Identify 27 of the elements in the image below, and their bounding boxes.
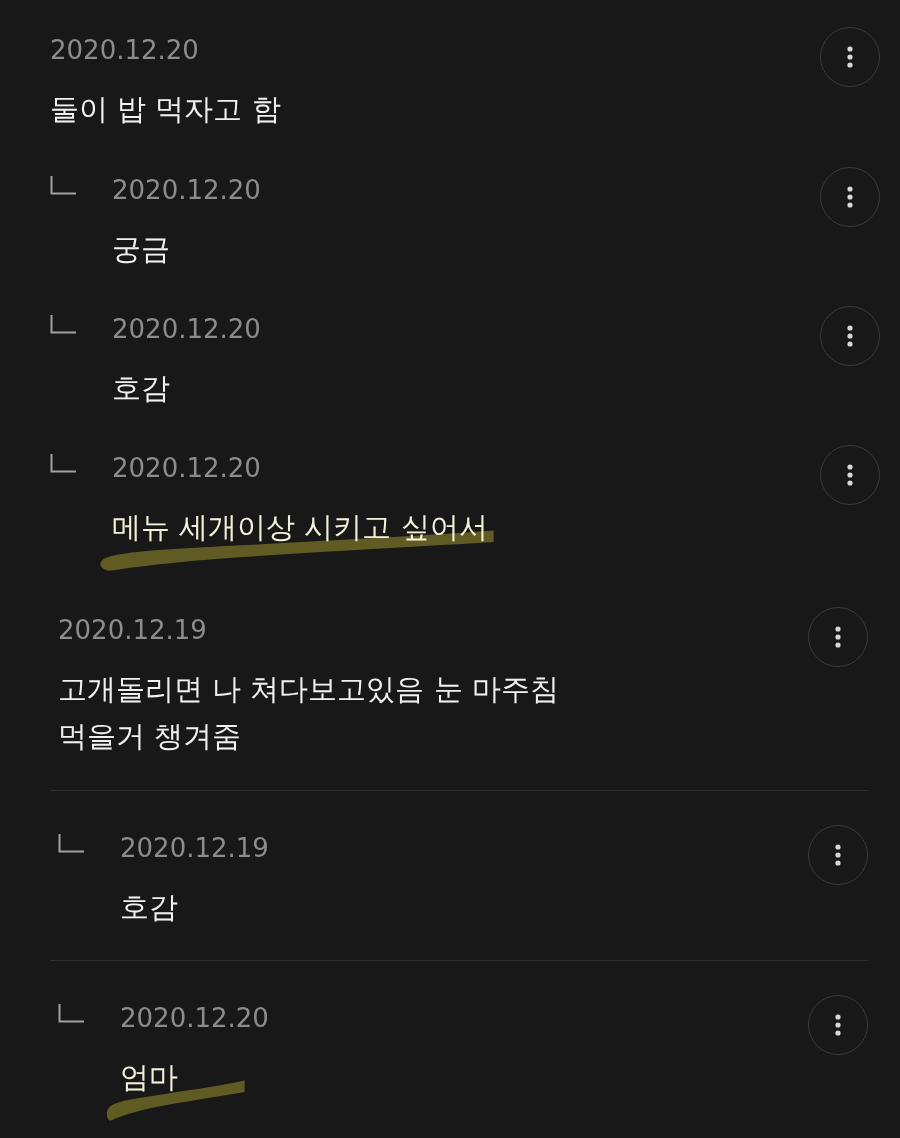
- reply-text: 메뉴 세개이상 시키고 싶어서: [112, 509, 488, 546]
- more-options-button[interactable]: [808, 825, 868, 885]
- comment-date: 2020.12.20: [50, 34, 200, 66]
- reply-indent-icon: [58, 1004, 84, 1023]
- reply-text: 호감: [120, 889, 178, 926]
- vertical-dots-icon: [835, 626, 841, 648]
- comment-text: 고개돌리면 나 쳐다보고있음 눈 마주침 먹을거 챙겨줌: [58, 671, 560, 755]
- reply-date: 2020.12.20: [112, 452, 262, 484]
- reply-date: 2020.12.20: [112, 313, 262, 345]
- comment-date: 2020.12.19: [58, 614, 208, 646]
- vertical-dots-icon: [835, 1014, 841, 1036]
- reply-text: 궁금: [112, 231, 170, 268]
- reply-text: 호감: [112, 370, 170, 407]
- vertical-dots-icon: [847, 325, 853, 347]
- vertical-dots-icon: [847, 186, 853, 208]
- comment-text: 둘이 밥 먹자고 함: [50, 91, 282, 128]
- reply-indent-icon: [50, 454, 76, 473]
- reply-date: 2020.12.20: [120, 1002, 270, 1034]
- vertical-dots-icon: [847, 464, 853, 486]
- reply-text: 엄마: [120, 1059, 178, 1096]
- reply-indent-icon: [50, 315, 76, 334]
- reply-date: 2020.12.19: [120, 832, 270, 864]
- reply-indent-icon: [50, 176, 76, 195]
- vertical-dots-icon: [847, 46, 853, 68]
- reply-date: 2020.12.20: [112, 174, 262, 206]
- vertical-dots-icon: [835, 844, 841, 866]
- reply-indent-icon: [58, 834, 84, 853]
